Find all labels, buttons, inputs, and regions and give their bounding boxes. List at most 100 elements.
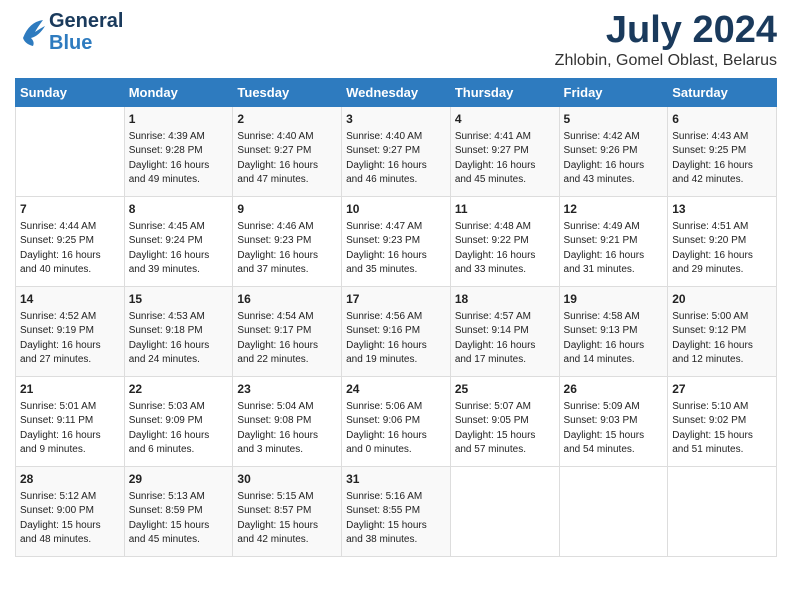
logo-text-blue: Blue [49,32,123,54]
day-cell: 22Sunrise: 5:03 AMSunset: 9:09 PMDayligh… [124,376,233,466]
location-title: Zhlobin, Gomel Oblast, Belarus [555,52,777,70]
sun-info: Sunrise: 4:39 AMSunset: 9:28 PMDaylight:… [129,130,229,188]
day-cell: 12 Sunrise: 4:49 AMSunset: 9:21 PMDayligh… [559,196,668,286]
page-header: General Blue July 2024 Zhlobin, Gomel Ob… [15,10,777,70]
day-cell: 30 Sunrise: 5:15 AMSunset: 8:57 PMDayligh… [233,466,342,556]
day-number: 26 [564,381,664,398]
day-cell: 1 Sunrise: 4:39 AMSunset: 9:28 PMDaylight… [124,106,233,196]
sun-info: Sunrise: 4:57 AMSunset: 9:14 PMDaylight:… [455,310,555,368]
day-number: 20 [672,291,772,308]
day-number: 10 [346,201,446,218]
sun-info: Sunrise: 5:12 AMSunset: 9:00 PMDaylight:… [20,490,120,548]
day-number: 18 [455,291,555,308]
day-number: 4 [455,111,555,128]
day-cell: 16 Sunrise: 4:54 AMSunset: 9:17 PMDayligh… [233,286,342,376]
sun-info: Sunrise: 4:41 AMSunset: 9:27 PMDaylight:… [455,130,555,188]
day-cell: 23 Sunrise: 5:04 AMSunset: 9:08 PMDayligh… [233,376,342,466]
sun-info: Sunrise: 5:13 AMSunset: 8:59 PMDaylight:… [129,490,229,548]
day-cell: 28 Sunrise: 5:12 AMSunset: 9:00 PMDayligh… [16,466,125,556]
sun-info: Sunrise: 4:42 AMSunset: 9:26 PMDaylight:… [564,130,664,188]
day-cell: 7 Sunrise: 4:44 AMSunset: 9:25 PMDaylight… [16,196,125,286]
day-cell: 11Sunrise: 4:48 AMSunset: 9:22 PMDayligh… [450,196,559,286]
day-cell: 31 Sunrise: 5:16 AMSunset: 8:55 PMDayligh… [342,466,451,556]
col-header-friday: Friday [559,78,668,106]
sun-info: Sunrise: 4:40 AMSunset: 9:27 PMDaylight:… [346,130,446,188]
day-cell [668,466,777,556]
sun-info: Sunrise: 5:16 AMSunset: 8:55 PMDaylight:… [346,490,446,548]
sun-info: Sunrise: 4:47 AMSunset: 9:23 PMDaylight:… [346,220,446,278]
col-header-thursday: Thursday [450,78,559,106]
day-number: 22 [129,381,229,398]
sun-info: Sunrise: 5:00 AMSunset: 9:12 PMDaylight:… [672,310,772,368]
sun-info: Sunrise: 4:54 AMSunset: 9:17 PMDaylight:… [237,310,337,368]
sun-info: Sunrise: 5:07 AMSunset: 9:05 PMDaylight:… [455,400,555,458]
day-cell: 2Sunrise: 4:40 AMSunset: 9:27 PMDaylight… [233,106,342,196]
day-number: 23 [237,381,337,398]
day-number: 31 [346,471,446,488]
sun-info: Sunrise: 4:44 AMSunset: 9:25 PMDaylight:… [20,220,120,278]
day-cell: 17Sunrise: 4:56 AMSunset: 9:16 PMDayligh… [342,286,451,376]
day-number: 12 [564,201,664,218]
day-number: 6 [672,111,772,128]
week-row-1: 1 Sunrise: 4:39 AMSunset: 9:28 PMDaylight… [16,106,777,196]
title-block: July 2024 Zhlobin, Gomel Oblast, Belarus [555,10,777,70]
sun-info: Sunrise: 5:09 AMSunset: 9:03 PMDaylight:… [564,400,664,458]
day-cell: 27 Sunrise: 5:10 AMSunset: 9:02 PMDayligh… [668,376,777,466]
calendar-table: SundayMondayTuesdayWednesdayThursdayFrid… [15,78,777,557]
day-cell: 3Sunrise: 4:40 AMSunset: 9:27 PMDaylight… [342,106,451,196]
day-number: 30 [237,471,337,488]
day-cell: 19Sunrise: 4:58 AMSunset: 9:13 PMDayligh… [559,286,668,376]
day-number: 24 [346,381,446,398]
day-cell: 26 Sunrise: 5:09 AMSunset: 9:03 PMDayligh… [559,376,668,466]
day-cell: 29 Sunrise: 5:13 AMSunset: 8:59 PMDayligh… [124,466,233,556]
day-number: 21 [20,381,120,398]
day-cell [450,466,559,556]
day-number: 1 [129,111,229,128]
sun-info: Sunrise: 4:43 AMSunset: 9:25 PMDaylight:… [672,130,772,188]
day-cell: 18 Sunrise: 4:57 AMSunset: 9:14 PMDayligh… [450,286,559,376]
col-header-wednesday: Wednesday [342,78,451,106]
day-cell: 9 Sunrise: 4:46 AMSunset: 9:23 PMDaylight… [233,196,342,286]
col-header-saturday: Saturday [668,78,777,106]
day-number: 7 [20,201,120,218]
day-cell: 15Sunrise: 4:53 AMSunset: 9:18 PMDayligh… [124,286,233,376]
day-number: 8 [129,201,229,218]
sun-info: Sunrise: 4:49 AMSunset: 9:21 PMDaylight:… [564,220,664,278]
day-number: 13 [672,201,772,218]
sun-info: Sunrise: 4:51 AMSunset: 9:20 PMDaylight:… [672,220,772,278]
day-cell: 21 Sunrise: 5:01 AMSunset: 9:11 PMDayligh… [16,376,125,466]
header-row: SundayMondayTuesdayWednesdayThursdayFrid… [16,78,777,106]
logo: General Blue [15,10,123,54]
logo-bird-icon [15,18,47,46]
day-cell: 5Sunrise: 4:42 AMSunset: 9:26 PMDaylight… [559,106,668,196]
day-number: 27 [672,381,772,398]
sun-info: Sunrise: 4:52 AMSunset: 9:19 PMDaylight:… [20,310,120,368]
day-cell [16,106,125,196]
day-cell: 4 Sunrise: 4:41 AMSunset: 9:27 PMDaylight… [450,106,559,196]
day-cell: 20 Sunrise: 5:00 AMSunset: 9:12 PMDayligh… [668,286,777,376]
day-number: 17 [346,291,446,308]
day-number: 2 [237,111,337,128]
day-number: 29 [129,471,229,488]
logo-text-general: General [49,10,123,32]
day-cell [559,466,668,556]
day-number: 14 [20,291,120,308]
col-header-sunday: Sunday [16,78,125,106]
week-row-4: 21 Sunrise: 5:01 AMSunset: 9:11 PMDayligh… [16,376,777,466]
sun-info: Sunrise: 5:10 AMSunset: 9:02 PMDaylight:… [672,400,772,458]
day-number: 19 [564,291,664,308]
sun-info: Sunrise: 5:06 AMSunset: 9:06 PMDaylight:… [346,400,446,458]
day-cell: 8Sunrise: 4:45 AMSunset: 9:24 PMDaylight… [124,196,233,286]
day-cell: 25Sunrise: 5:07 AMSunset: 9:05 PMDayligh… [450,376,559,466]
day-number: 11 [455,201,555,218]
week-row-5: 28 Sunrise: 5:12 AMSunset: 9:00 PMDayligh… [16,466,777,556]
day-number: 9 [237,201,337,218]
sun-info: Sunrise: 5:04 AMSunset: 9:08 PMDaylight:… [237,400,337,458]
sun-info: Sunrise: 4:46 AMSunset: 9:23 PMDaylight:… [237,220,337,278]
sun-info: Sunrise: 5:15 AMSunset: 8:57 PMDaylight:… [237,490,337,548]
col-header-tuesday: Tuesday [233,78,342,106]
sun-info: Sunrise: 5:01 AMSunset: 9:11 PMDaylight:… [20,400,120,458]
day-number: 28 [20,471,120,488]
day-number: 16 [237,291,337,308]
day-cell: 6 Sunrise: 4:43 AMSunset: 9:25 PMDaylight… [668,106,777,196]
